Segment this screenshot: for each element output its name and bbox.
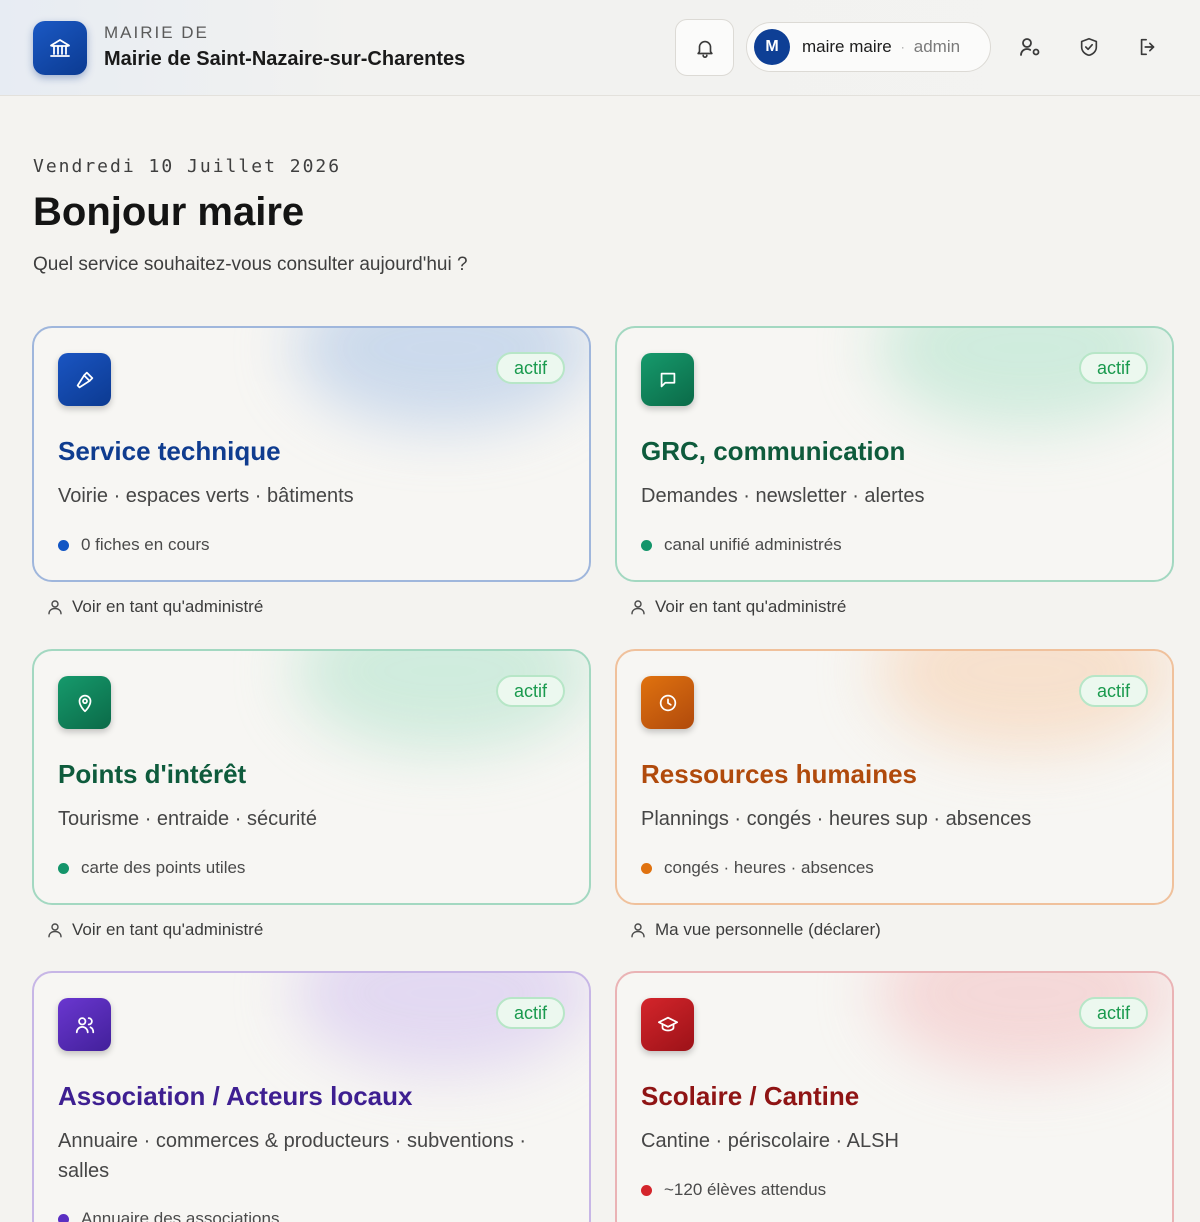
service-card-poi[interactable]: actif Points d'intérêt Tourisme · entrai… <box>32 649 591 905</box>
status-badge: actif <box>1079 352 1148 384</box>
card-link-label: Voir en tant qu'administré <box>655 597 847 616</box>
brand-kicker: MAIRIE DE <box>104 23 209 42</box>
graduation-cap-icon <box>657 1016 678 1031</box>
card-meta-text: ~120 élèves attendus <box>664 1180 827 1199</box>
user-icon <box>631 923 645 938</box>
notifications-button[interactable] <box>675 19 734 76</box>
page-subtitle: Quel service souhaitez-vous consulter au… <box>33 254 468 275</box>
view-as-citizen-link[interactable]: Voir en tant qu'administré <box>46 597 263 617</box>
logout-button[interactable] <box>1132 30 1164 64</box>
card-description: Plannings · congés · heures sup · absenc… <box>641 808 1032 830</box>
users-icon <box>75 1016 94 1033</box>
card-meta: carte des points utiles <box>58 858 245 878</box>
card-meta: Annuaire des associations <box>58 1209 279 1222</box>
view-as-citizen-link[interactable]: Voir en tant qu'administré <box>46 920 263 940</box>
town-hall-logo[interactable] <box>33 21 87 75</box>
status-badge: actif <box>1079 675 1148 707</box>
card-description: Voirie · espaces verts · bâtiments <box>58 485 354 507</box>
avatar: M <box>754 29 790 65</box>
user-menu[interactable]: M maire maire · admin <box>746 22 991 72</box>
status-dot <box>641 862 652 874</box>
user-settings-button[interactable] <box>1014 30 1046 64</box>
service-tile <box>58 676 111 729</box>
card-meta-text: Annuaire des associations <box>81 1209 280 1222</box>
chat-bubble-icon <box>660 372 675 387</box>
card-description: Tourisme · entraide · sécurité <box>58 808 317 830</box>
status-dot <box>58 862 69 874</box>
card-meta-text: congés · heures · absences <box>664 858 874 877</box>
status-dot <box>641 539 652 551</box>
personal-view-link[interactable]: Ma vue personnelle (déclarer) <box>629 920 881 940</box>
card-link-label: Voir en tant qu'administré <box>72 920 264 939</box>
card-meta-text: carte des points utiles <box>81 858 246 877</box>
service-tile <box>641 353 694 406</box>
app-header: MAIRIE DE Mairie de Saint-Nazaire-sur-Ch… <box>0 0 1200 96</box>
service-card-technique[interactable]: actif Service technique Voirie · espaces… <box>32 326 591 582</box>
user-separator: · <box>900 40 905 54</box>
service-tile <box>641 998 694 1051</box>
user-icon <box>48 923 62 938</box>
card-meta: congés · heures · absences <box>641 858 874 878</box>
status-badge: actif <box>496 997 565 1029</box>
user-name: maire maire <box>802 37 892 56</box>
status-badge: actif <box>1079 997 1148 1029</box>
security-button[interactable] <box>1073 30 1105 64</box>
user-icon <box>631 600 645 615</box>
card-title: Points d'intérêt <box>58 759 247 789</box>
brand-title: Mairie de Saint-Nazaire-sur-Charentes <box>104 48 466 70</box>
logout-icon <box>1140 38 1155 56</box>
card-title: Association / Acteurs locaux <box>58 1081 413 1111</box>
card-meta: 0 fiches en cours <box>58 535 210 555</box>
card-title: Scolaire / Cantine <box>641 1081 860 1111</box>
user-icon <box>48 600 62 615</box>
current-date: Vendredi 10 Juillet 2026 <box>33 156 342 177</box>
shield-check-icon <box>1080 37 1098 57</box>
view-as-citizen-link[interactable]: Voir en tant qu'administré <box>629 597 846 617</box>
map-pin-icon <box>78 694 91 712</box>
status-dot <box>641 1184 652 1196</box>
card-link-label: Voir en tant qu'administré <box>72 597 264 616</box>
card-meta: canal unifié administrés <box>641 535 842 555</box>
bell-icon <box>696 40 713 58</box>
card-title: GRC, communication <box>641 436 906 466</box>
status-dot <box>58 539 69 551</box>
card-link-label: Ma vue personnelle (déclarer) <box>655 920 881 939</box>
hammer-icon <box>76 371 93 388</box>
card-description: Annuaire · commerces & producteurs · sub… <box>58 1130 526 1182</box>
service-card-grc[interactable]: actif GRC, communication Demandes · news… <box>615 326 1174 582</box>
card-meta-text: 0 fiches en cours <box>81 535 210 554</box>
status-badge: actif <box>496 675 565 707</box>
status-badge: actif <box>496 352 565 384</box>
service-card-rh[interactable]: actif Ressources humaines Plannings · co… <box>615 649 1174 905</box>
service-card-associations[interactable]: actif Association / Acteurs locaux Annua… <box>32 971 591 1222</box>
user-gear-icon <box>1020 38 1040 56</box>
card-description: Cantine · périscolaire · ALSH <box>641 1130 899 1152</box>
service-tile <box>58 353 111 406</box>
card-description: Demandes · newsletter · alertes <box>641 485 925 507</box>
town-hall-icon <box>50 39 70 57</box>
card-title: Ressources humaines <box>641 759 918 789</box>
page-title: Bonjour maire <box>33 190 305 234</box>
clock-icon <box>659 694 676 711</box>
card-meta-text: canal unifié administrés <box>664 535 842 554</box>
status-dot <box>58 1213 69 1222</box>
card-meta: ~120 élèves attendus <box>641 1180 826 1200</box>
service-card-scolaire[interactable]: actif Scolaire / Cantine Cantine · péris… <box>615 971 1174 1222</box>
service-tile <box>641 676 694 729</box>
card-title: Service technique <box>58 436 281 466</box>
service-tile <box>58 998 111 1051</box>
user-role: admin <box>913 37 961 56</box>
